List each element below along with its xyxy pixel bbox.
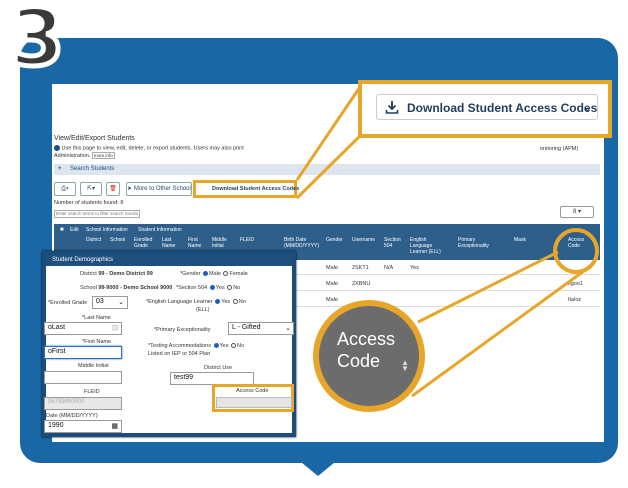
last-name-label: *Last Name bbox=[82, 315, 111, 321]
zoom-label-line1: Access bbox=[337, 329, 396, 349]
s504-no-radio[interactable] bbox=[227, 285, 233, 291]
download-callout: Download Student Access Codes ⌄ bbox=[358, 80, 612, 138]
ell-yes-radio[interactable] bbox=[215, 299, 221, 305]
middle-initial-field[interactable] bbox=[44, 371, 122, 384]
grade-select[interactable]: 03 ⌄ bbox=[92, 296, 128, 309]
district-use-label: District Use bbox=[204, 365, 233, 371]
birth-date-label: Date (MM/DD/YYYY) bbox=[46, 413, 98, 419]
download-access-codes-button-zoomed[interactable]: Download Student Access Codes ⌄ bbox=[376, 94, 598, 120]
first-name-field[interactable]: oFirst bbox=[44, 346, 122, 359]
access-code-label: Access Code bbox=[236, 388, 269, 394]
student-demographics-panel: Student Demographics District 99 - Demo … bbox=[42, 251, 296, 437]
chevron-down-icon: ⌄ bbox=[285, 325, 291, 332]
demographics-header: Student Demographics bbox=[46, 255, 292, 266]
access-code-zoom: Access Code ▲ ▼ bbox=[313, 300, 425, 412]
zoom-label-line2: Code bbox=[337, 351, 381, 371]
school-value: 99-9000 - Demo School 9000 bbox=[98, 285, 173, 291]
first-name-label: *First Name bbox=[82, 339, 112, 345]
middle-initial-label: Middle Initial bbox=[78, 363, 109, 369]
exceptionality-select[interactable]: L - Gifted ⌄ bbox=[228, 322, 294, 335]
ell-no-radio[interactable] bbox=[232, 299, 238, 305]
district-value: 99 - Demo District 99 bbox=[98, 271, 153, 277]
access-code-field bbox=[216, 397, 292, 408]
gender-female-radio[interactable] bbox=[223, 271, 229, 277]
access-code-column-highlight bbox=[553, 228, 599, 274]
grade-label: *Enrolled Grade bbox=[48, 300, 88, 306]
exceptionality-label: *Primary Exceptionality bbox=[154, 327, 211, 333]
testing-yes-radio[interactable] bbox=[213, 343, 219, 349]
birth-date-field[interactable]: 1990 ▦ bbox=[44, 420, 122, 433]
sort-icon: ▲ ▼ bbox=[401, 358, 409, 373]
fleid-label: FLEID bbox=[84, 389, 100, 395]
gender-male-radio[interactable] bbox=[203, 271, 209, 277]
clear-icon[interactable]: ⊡ bbox=[112, 324, 118, 332]
download-icon bbox=[385, 101, 399, 114]
s504-yes-radio[interactable] bbox=[209, 285, 215, 291]
calendar-icon[interactable]: ▦ bbox=[111, 422, 118, 430]
fleid-field: 06799990000 bbox=[44, 397, 122, 410]
chevron-down-icon: ⌄ bbox=[118, 299, 124, 306]
chevron-down-icon: ⌄ bbox=[583, 102, 593, 114]
testing-no-radio[interactable] bbox=[231, 343, 237, 349]
last-name-field[interactable]: oLast ⊡ bbox=[44, 322, 122, 335]
